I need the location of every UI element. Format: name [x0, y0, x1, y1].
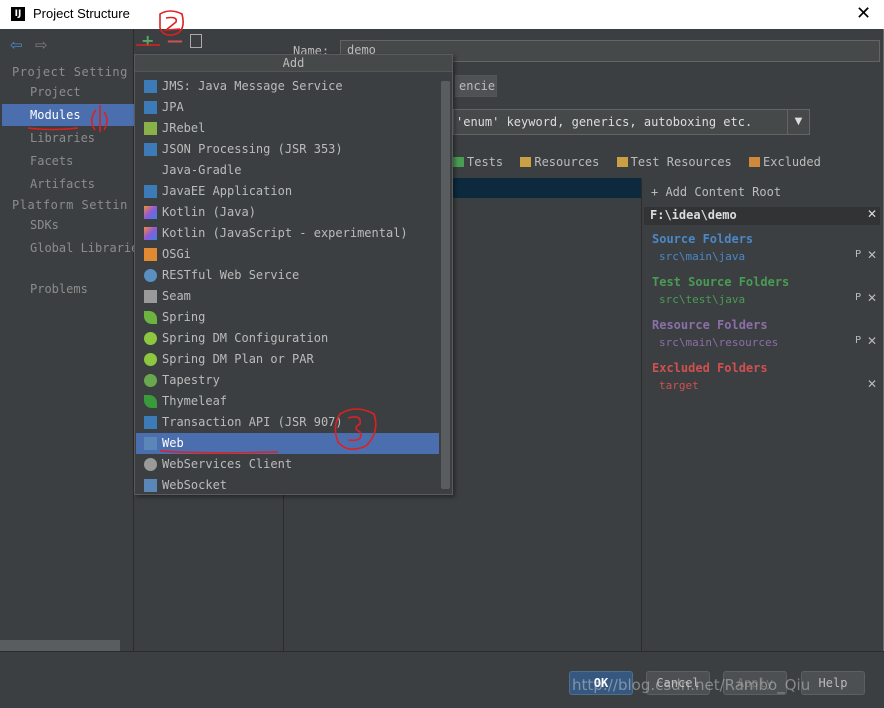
annotation-underline-web	[159, 450, 279, 454]
annotation-underline-modules	[27, 127, 79, 131]
annotation-number-1	[90, 105, 108, 132]
annotation-number-2	[159, 10, 184, 36]
red-annotation-layer	[27, 10, 377, 454]
annotation-number-3	[334, 408, 377, 450]
